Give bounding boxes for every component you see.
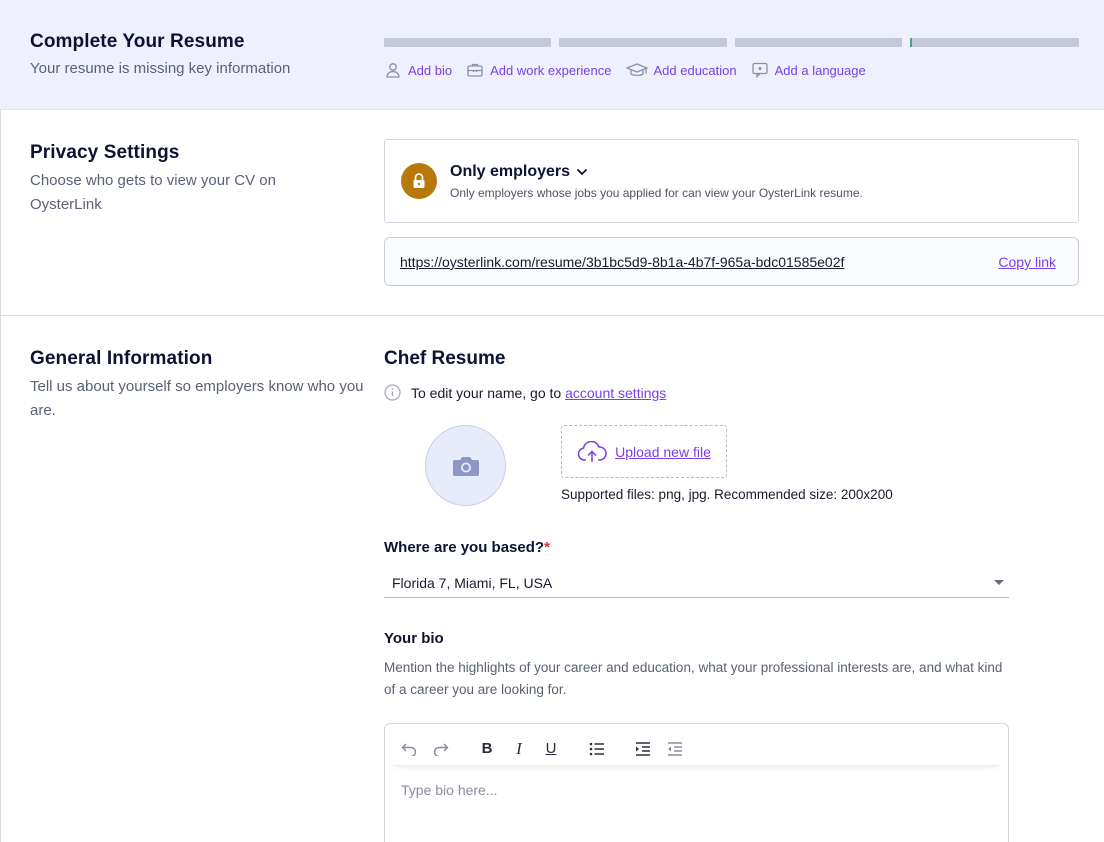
bio-input[interactable]: Type bio here... bbox=[401, 782, 498, 798]
redo-button[interactable] bbox=[425, 735, 457, 763]
speech-bubble-icon bbox=[751, 62, 768, 79]
bullet-list-icon bbox=[589, 742, 604, 755]
location-label: Where are you based?* bbox=[384, 539, 550, 556]
underline-button[interactable]: U bbox=[535, 735, 567, 763]
progress-segment bbox=[559, 38, 727, 47]
avatar-placeholder[interactable] bbox=[425, 425, 506, 506]
add-bio-label: Add bio bbox=[408, 62, 453, 78]
resume-url-link[interactable]: https://oysterlink.com/resume/3b1bc5d9-8… bbox=[400, 254, 844, 270]
location-value: Florida 7, Miami, FL, USA bbox=[392, 575, 553, 591]
supported-files-note: Supported files: png, jpg. Recommended s… bbox=[561, 487, 893, 502]
italic-button[interactable]: I bbox=[503, 735, 535, 763]
chevron-down-icon bbox=[576, 168, 588, 176]
location-select[interactable]: Florida 7, Miami, FL, USA bbox=[384, 570, 1009, 598]
add-education-link[interactable]: Add education bbox=[625, 61, 737, 79]
resume-title: Chef Resume bbox=[384, 348, 506, 369]
resume-link-box: https://oysterlink.com/resume/3b1bc5d9-8… bbox=[384, 237, 1079, 286]
completion-title: Complete Your Resume bbox=[30, 31, 245, 52]
bio-help-text: Mention the highlights of your career an… bbox=[384, 660, 1003, 697]
section-divider bbox=[0, 315, 1104, 316]
add-language-link[interactable]: Add a language bbox=[751, 61, 866, 79]
left-border bbox=[0, 110, 1, 842]
progress-segment bbox=[384, 38, 552, 47]
edit-name-note: To edit your name, go to account setting… bbox=[384, 384, 666, 401]
upload-new-file-button[interactable]: Upload new file bbox=[561, 425, 727, 478]
briefcase-icon bbox=[467, 63, 483, 77]
privacy-dropdown[interactable]: Only employers bbox=[450, 163, 588, 181]
redo-icon bbox=[433, 742, 449, 756]
required-asterisk: * bbox=[544, 539, 550, 556]
italic-icon: I bbox=[516, 738, 522, 758]
camera-icon bbox=[452, 456, 479, 476]
add-bio-link[interactable]: Add bio bbox=[384, 61, 452, 79]
copy-link-button[interactable]: Copy link bbox=[998, 254, 1056, 270]
bio-label: Your bio bbox=[384, 630, 444, 647]
cloud-upload-icon bbox=[577, 440, 607, 462]
graduation-cap-icon bbox=[625, 63, 648, 76]
lock-icon bbox=[401, 163, 437, 199]
outdent-icon bbox=[668, 741, 682, 756]
completion-progress-bar bbox=[384, 38, 1079, 47]
bio-editor: B I U Type bio here... bbox=[384, 723, 1009, 842]
progress-segment bbox=[734, 38, 902, 47]
undo-icon bbox=[401, 742, 417, 756]
indent-icon bbox=[636, 741, 650, 756]
bold-icon: B bbox=[481, 740, 493, 757]
add-work-experience-label: Add work experience bbox=[490, 62, 612, 78]
add-language-label: Add a language bbox=[774, 62, 866, 78]
edit-note-text: To edit your name, go to bbox=[411, 384, 562, 401]
location-label-text: Where are you based? bbox=[384, 539, 545, 556]
resume-completion-banner: Complete Your Resume Your resume is miss… bbox=[0, 0, 1104, 110]
dropdown-arrow-icon bbox=[994, 580, 1004, 585]
editor-toolbar: B I U bbox=[393, 732, 1000, 766]
account-settings-link[interactable]: account settings bbox=[565, 385, 666, 401]
add-work-experience-link[interactable]: Add work experience bbox=[466, 61, 612, 79]
info-icon bbox=[384, 384, 401, 401]
completion-subtitle: Your resume is missing key information bbox=[30, 60, 291, 77]
general-info-subtitle: Tell us about yourself so employers know… bbox=[30, 378, 364, 419]
progress-segment bbox=[909, 38, 1079, 47]
general-info-title: General Information bbox=[30, 348, 213, 369]
completion-steps: Add bio Add work experience Add educatio… bbox=[384, 61, 866, 79]
privacy-title: Privacy Settings bbox=[30, 142, 180, 163]
privacy-option-label: Only employers bbox=[450, 163, 571, 180]
underline-icon: U bbox=[545, 740, 557, 757]
bold-button[interactable]: B bbox=[471, 735, 503, 763]
upload-label: Upload new file bbox=[615, 443, 711, 460]
indent-button[interactable] bbox=[627, 735, 659, 763]
person-icon bbox=[386, 63, 400, 78]
outdent-button[interactable] bbox=[659, 735, 691, 763]
add-education-label: Add education bbox=[653, 62, 737, 78]
privacy-subtitle: Choose who gets to view your CV on Oyste… bbox=[30, 172, 276, 213]
privacy-option-card: Only employers Only employers whose jobs… bbox=[384, 139, 1079, 223]
bullet-list-button[interactable] bbox=[581, 735, 613, 763]
privacy-option-description: Only employers whose jobs you applied fo… bbox=[450, 186, 863, 200]
undo-button[interactable] bbox=[393, 735, 425, 763]
